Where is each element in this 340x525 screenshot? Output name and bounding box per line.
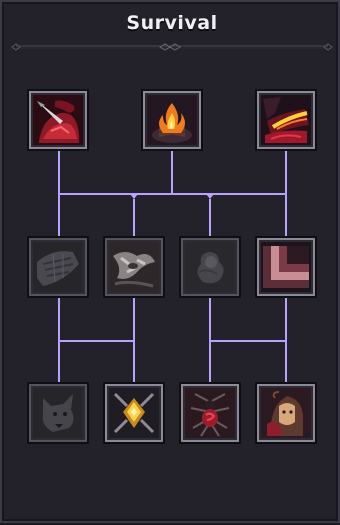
wolf-head-icon: [33, 388, 83, 438]
skill-node-blood-spider[interactable]: [181, 384, 239, 442]
torn-cloth-icon: [33, 242, 83, 292]
layered-armor-icon: [261, 242, 311, 292]
skill-node-smoke-spirit[interactable]: [181, 238, 239, 296]
skill-node-hooded-figure[interactable]: [257, 384, 315, 442]
skill-node-torn-cloth[interactable]: [29, 238, 87, 296]
blood-spider-icon: [185, 388, 235, 438]
burning-cloak-icon: [261, 95, 311, 145]
skill-node-glowing-crystal[interactable]: [105, 384, 163, 442]
hooded-figure-icon: [261, 388, 311, 438]
glowing-crystal-icon: [109, 388, 159, 438]
skill-node-campfire[interactable]: [143, 91, 201, 149]
bleeding-wound-icon: [33, 95, 83, 145]
skill-node-wolf-head[interactable]: [29, 384, 87, 442]
campfire-icon: [147, 95, 197, 145]
bone-fragments-icon: [109, 242, 159, 292]
skill-node-bone-fragments[interactable]: [105, 238, 163, 296]
skill-tree-panel: Survival: [0, 0, 340, 523]
skill-node-bleeding-wound[interactable]: [29, 91, 87, 149]
smoke-spirit-icon: [185, 242, 235, 292]
skill-node-layered-armor[interactable]: [257, 238, 315, 296]
skill-node-burning-cloak[interactable]: [257, 91, 315, 149]
